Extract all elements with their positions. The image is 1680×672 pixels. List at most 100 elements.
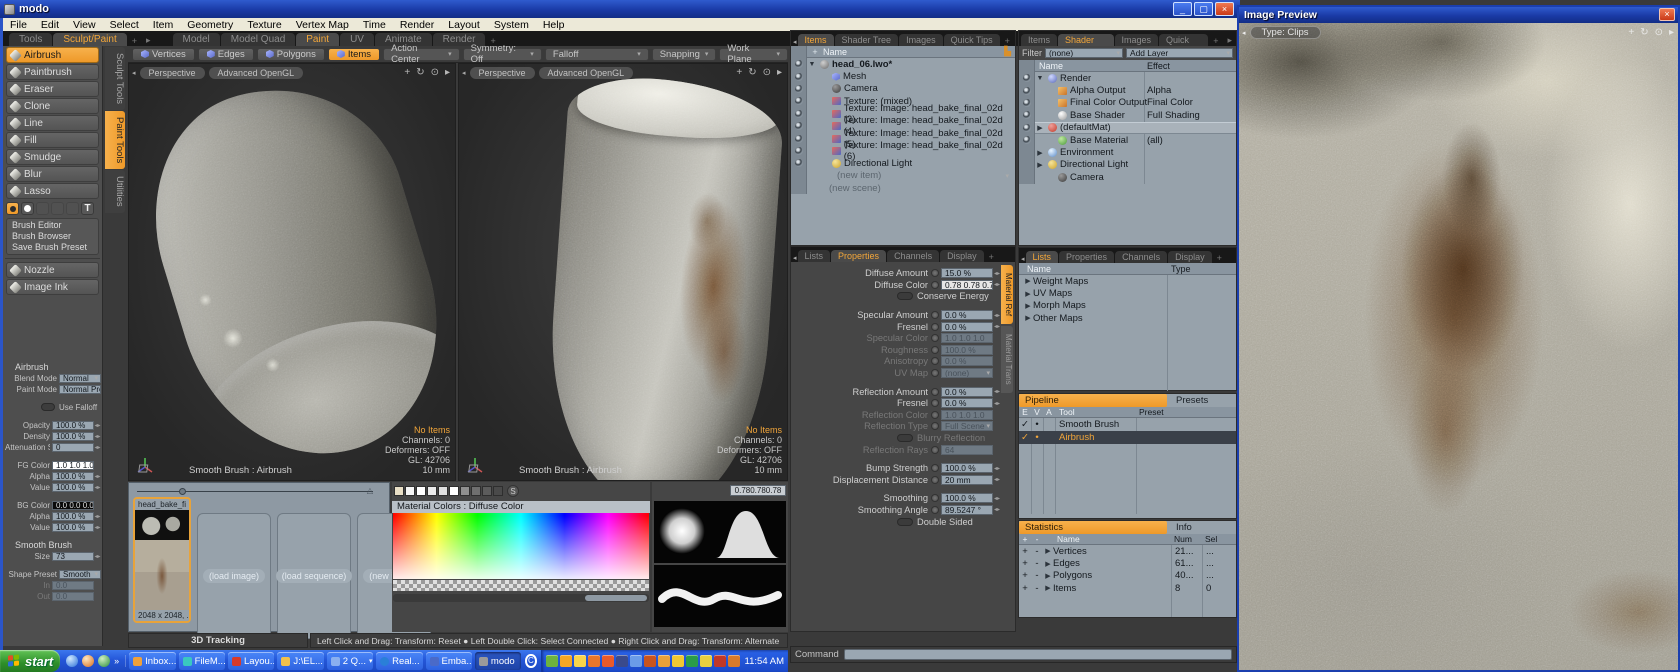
- save-brush-preset-link[interactable]: Save Brush Preset: [7, 242, 98, 253]
- channel-dot[interactable]: [931, 323, 939, 331]
- channel-dot[interactable]: [931, 357, 939, 365]
- eye-icon[interactable]: [795, 135, 803, 143]
- load-image-button[interactable]: (load image): [197, 513, 271, 639]
- viewport-options-icon[interactable]: ▸: [777, 67, 782, 78]
- scrollbar-thumb[interactable]: [585, 595, 647, 601]
- mini-slider[interactable]: ◂▸: [94, 444, 101, 451]
- tool-image-ink[interactable]: Image Ink: [6, 279, 99, 295]
- eye-icon[interactable]: [795, 60, 803, 68]
- eye-icon[interactable]: [795, 85, 803, 93]
- snapping-select[interactable]: Snapping▾: [652, 48, 717, 61]
- taskbar-task-real[interactable]: Real...: [376, 652, 422, 670]
- size-field[interactable]: 73: [52, 552, 94, 561]
- expander-icon[interactable]: ▶: [1035, 149, 1045, 157]
- expander-icon[interactable]: ▼: [807, 61, 817, 68]
- expander-icon[interactable]: ▶: [1043, 584, 1053, 592]
- add-tab-button[interactable]: +: [1001, 36, 1014, 46]
- preview-menu-icon[interactable]: ◂: [1242, 29, 1246, 37]
- tool-lasso[interactable]: Lasso: [6, 183, 99, 199]
- pan-icon[interactable]: +: [1628, 27, 1634, 38]
- add-tab-button[interactable]: +: [1213, 253, 1226, 263]
- menu-system[interactable]: System: [487, 19, 536, 31]
- table-row[interactable]: ▼head_06.lwo*: [791, 58, 1015, 70]
- eye-icon[interactable]: [1023, 99, 1031, 107]
- saturation-button[interactable]: S: [507, 485, 519, 497]
- eye-icon[interactable]: [1023, 74, 1031, 82]
- tray-icon[interactable]: [728, 655, 740, 667]
- in-field[interactable]: 0.0: [52, 581, 94, 590]
- mini-slider[interactable]: ◂▸: [94, 473, 101, 480]
- mini-slider[interactable]: ◂▸: [993, 506, 1001, 513]
- zoom-icon[interactable]: ⊙: [1655, 27, 1663, 38]
- color-value-field[interactable]: 0.780.780.78: [730, 485, 786, 496]
- type-clips-select[interactable]: Type: Clips: [1250, 26, 1321, 39]
- tray-icon[interactable]: [686, 655, 698, 667]
- close-button[interactable]: ×: [1215, 2, 1234, 16]
- mini-slider[interactable]: ◂▸: [993, 312, 1001, 319]
- fg-alpha-field[interactable]: 100.0 %: [52, 472, 94, 481]
- panel-scroll-icon[interactable]: ◂: [793, 254, 797, 262]
- mode-items-button[interactable]: Items: [328, 48, 380, 61]
- bg-value-field[interactable]: 100.0 %: [52, 523, 94, 532]
- mini-slider[interactable]: ◂▸: [993, 388, 1001, 395]
- text-tool-button[interactable]: T: [81, 202, 94, 215]
- paint-mode-select[interactable]: Normal Proj ...▾: [59, 385, 101, 394]
- viewport-left[interactable]: ◂ Perspective Advanced OpenGL + ↻ ⊙ ▸ No…: [128, 63, 456, 481]
- table-row[interactable]: ▶Environment: [1019, 146, 1236, 158]
- channel-dot[interactable]: [931, 311, 939, 319]
- viewport-menu-icon[interactable]: ◂: [462, 69, 466, 77]
- fg-value-field[interactable]: 100.0 %: [52, 483, 94, 492]
- menu-item[interactable]: Item: [146, 19, 180, 31]
- table-row[interactable]: ▶Weight Maps: [1019, 275, 1236, 287]
- enable-check[interactable]: ✓: [1019, 432, 1031, 443]
- tool-clone[interactable]: Clone: [6, 98, 99, 114]
- diffuse-amount-field[interactable]: 15.0 %: [941, 268, 993, 278]
- expand-plus[interactable]: +: [1019, 583, 1031, 594]
- tab-images[interactable]: Images: [1115, 34, 1159, 46]
- panel-scroll-icon[interactable]: ▸: [1223, 35, 1236, 46]
- collapse-minus[interactable]: -: [1031, 583, 1043, 594]
- tool-paintbrush[interactable]: Paintbrush: [6, 64, 99, 80]
- taskbar-task-folder[interactable]: J:\EL...: [277, 652, 323, 670]
- table-row[interactable]: Base ShaderFull Shading: [1019, 109, 1236, 121]
- enable-check[interactable]: ✓: [1019, 419, 1031, 430]
- taskbar-task-modo[interactable]: modo: [475, 652, 521, 670]
- mini-slider[interactable]: ◂▸: [993, 281, 1001, 288]
- table-row[interactable]: ▼Render: [1019, 72, 1236, 84]
- tab-utilities[interactable]: Utilities: [105, 170, 125, 213]
- eye-icon[interactable]: [795, 159, 803, 167]
- menu-select[interactable]: Select: [103, 19, 146, 31]
- expander-icon[interactable]: ▶: [1043, 572, 1053, 580]
- density-field[interactable]: 100.0 %: [52, 432, 94, 441]
- eye-icon[interactable]: [1023, 111, 1031, 119]
- projection-select[interactable]: Perspective: [140, 67, 205, 79]
- channel-dot[interactable]: [931, 411, 939, 419]
- menu-vertex-map[interactable]: Vertex Map: [289, 19, 356, 31]
- tab-model-quad[interactable]: Model Quad: [221, 33, 295, 46]
- tool-blur[interactable]: Blur: [6, 166, 99, 182]
- expander-icon[interactable]: ▶: [1043, 560, 1053, 568]
- zoom-icon[interactable]: ⊙: [763, 67, 771, 78]
- stone-model-right[interactable]: [540, 73, 786, 481]
- mini-slider[interactable]: ◂▸: [94, 433, 101, 440]
- expander-icon[interactable]: ▶: [1035, 161, 1045, 169]
- tab-lists[interactable]: Lists: [1026, 251, 1059, 263]
- channel-dot[interactable]: [931, 494, 939, 502]
- tab-tools[interactable]: Tools: [9, 33, 52, 46]
- channel-dot[interactable]: [931, 506, 939, 514]
- color-swatch[interactable]: [449, 486, 459, 496]
- viewport-menu-icon[interactable]: ◂: [132, 69, 136, 77]
- tray-icon[interactable]: [630, 655, 642, 667]
- expander-icon[interactable]: ▶: [1023, 290, 1033, 298]
- channel-dot[interactable]: [931, 269, 939, 277]
- attenuation-field[interactable]: 0: [52, 443, 94, 452]
- tool-airbrush[interactable]: Airbrush: [6, 47, 99, 63]
- tab-uv[interactable]: UV: [340, 33, 374, 46]
- blend-mode-select[interactable]: Normal▾: [59, 374, 101, 383]
- channel-dot[interactable]: [931, 446, 939, 454]
- mode-vertices-button[interactable]: Vertices: [132, 48, 195, 61]
- tab-shader-tree[interactable]: Shader Tree: [835, 34, 899, 46]
- work-plane-select[interactable]: Work Plane▾: [719, 48, 788, 61]
- stats-row[interactable]: +-▶Polygons40......: [1019, 570, 1236, 582]
- quick-launch-more-icon[interactable]: »: [114, 656, 119, 666]
